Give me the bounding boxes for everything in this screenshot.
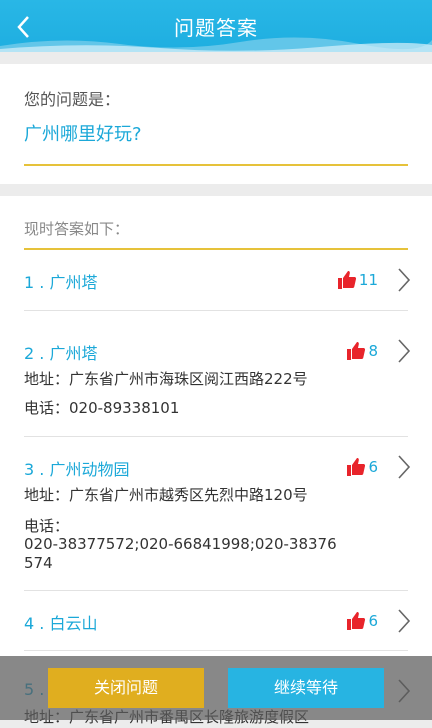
app-header: 问题答案 <box>0 0 432 52</box>
divider <box>24 164 408 166</box>
thumbs-up-icon <box>337 271 356 289</box>
like-count: 11 <box>358 271 378 289</box>
like-badge: 11 <box>337 269 378 291</box>
divider <box>24 436 408 437</box>
close-question-button[interactable]: 关闭问题 <box>48 668 204 708</box>
answer-name: 3 . 广州动物园 <box>24 460 130 479</box>
answer-address: 地址：广东省广州市越秀区先烈中路120号 <box>24 486 308 504</box>
chevron-right-icon[interactable] <box>396 267 412 293</box>
answer-list: 现时答案如下： 1 . 广州塔 11 2 . 广州塔 8 地址：广东省广州市海珠… <box>0 196 432 726</box>
like-count: 6 <box>368 612 378 630</box>
continue-waiting-button[interactable]: 继续等待 <box>228 668 384 708</box>
thumbs-up-icon <box>347 612 366 630</box>
divider <box>24 310 408 311</box>
chevron-right-icon[interactable] <box>396 454 412 480</box>
like-count: 8 <box>368 342 378 360</box>
answer-phone: 020-38377572;020-66841998;020-38376 <box>24 535 337 553</box>
chevron-right-icon[interactable] <box>396 608 412 634</box>
question-text: 广州哪里好玩? <box>24 124 142 145</box>
like-badge: 6 <box>346 610 378 632</box>
thumbs-up-icon <box>347 342 366 360</box>
answers-heading: 现时答案如下： <box>24 220 130 238</box>
chevron-right-icon[interactable] <box>396 338 412 364</box>
like-count: 6 <box>368 458 378 476</box>
bottom-action-bar: 关闭问题 继续等待 <box>0 656 432 720</box>
like-badge: 8 <box>346 340 378 362</box>
question-label: 您的问题是： <box>24 90 121 109</box>
divider <box>24 590 408 591</box>
answer-address: 地址：广东省广州市海珠区阅江西路222号 <box>24 370 308 388</box>
question-card: 您的问题是： 广州哪里好玩? <box>0 64 432 184</box>
answer-phone: 电话：020-89338101 <box>24 399 180 417</box>
answer-name: 2 . 广州塔 <box>24 344 98 363</box>
like-badge: 6 <box>346 456 378 478</box>
answer-phone-cont: 574 <box>24 554 53 572</box>
answer-name: 4 . 白云山 <box>24 614 98 633</box>
answer-name: 1 . 广州塔 <box>24 273 98 292</box>
divider <box>24 650 408 651</box>
divider <box>24 248 408 250</box>
page-title: 问题答案 <box>174 16 258 40</box>
thumbs-up-icon <box>347 458 366 476</box>
